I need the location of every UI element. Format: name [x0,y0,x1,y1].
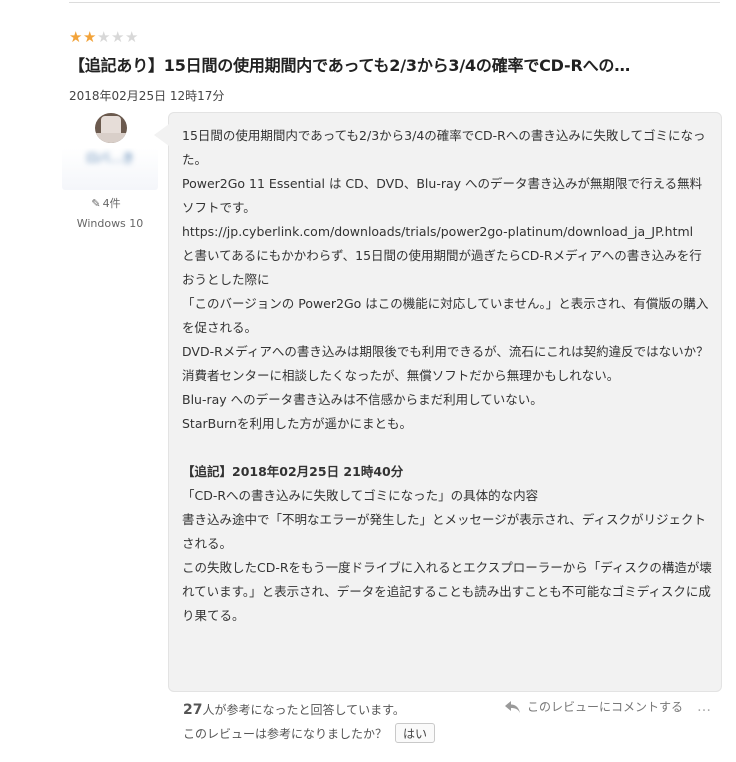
addendum-heading: 【追記】2018年02月25日 21時40分 [182,464,404,479]
rating-stars: ★ ★ ★ ★ ★ [69,29,139,45]
helpful-summary: 27人が参考になったと回答しています。 [183,700,405,720]
pencil-icon: ✎ [91,197,101,210]
addendum-line: 書き込み途中で「不明なエラーが発生した」とメッセージが表示され、ディスクがリジェ… [182,512,707,551]
top-divider [69,2,720,3]
review-body-line: 消費者センターに相談したくなったが、無償ソフトだから無理かもしれない。 [182,368,620,383]
star-icon: ★ [69,28,83,46]
review-body-line: 15日間の使用期間内であっても2/3から3/4の確率でCD-Rへの書き込みに失敗… [182,128,706,167]
review-title[interactable]: 【追記あり】15日間の使用期間内であっても2/3から3/4の確率でCD-Rへの… [69,54,729,78]
review-body-line: 「このバージョンの Power2Go はこの機能に対応していません。」と表示され… [182,296,709,335]
star-icon: ★ [83,28,97,46]
helpful-text: 人が参考になったと回答しています。 [202,703,405,717]
review-body: 15日間の使用期間内であっても2/3から3/4の確率でCD-Rへの書き込みに失敗… [182,124,712,628]
addendum-line: 「CD-Rへの書き込みに失敗してゴミになった」の具体的な内容 [182,488,539,503]
review-body-line: Blu-ray へのデータ書き込みは不信感からまだ利用していない。 [182,392,543,407]
helpful-count: 27 [183,702,203,718]
review-body-line: と書いてあるにもかかわらず、15日間の使用期間が過ぎたらCD-Rメディアへの書き… [182,248,702,287]
review-body-line: StarBurnを利用した方が遥かにまとも。 [182,416,412,431]
star-icon: ★ [111,28,125,46]
bubble-arrow [154,124,169,146]
comment-on-review-link[interactable]: このレビューにコメントする [505,697,683,717]
addendum-line: この失敗したCD-Rをもう一度ドライブに入れるとエクスプローラーから「ディスクの… [182,560,712,623]
star-icon: ★ [97,28,111,46]
author-os: Windows 10 [76,217,144,230]
review-count-value: 4件 [102,197,121,210]
review-body-line: DVD-Rメディアへの書き込みは期限後でも利用できるが、流石にこれは契約違反では… [182,344,709,359]
avatar[interactable] [95,113,127,143]
review-body-line: Power2Go 11 Essential は CD、DVD、Blu-ray へ… [182,176,703,215]
helpful-yes-button[interactable]: はい [395,723,436,743]
comment-link-label: このレビューにコメントする [527,700,684,714]
review-date: 2018年02月25日 12時17分 [69,89,225,103]
author-name: ロバ…き [85,151,134,165]
star-icon: ★ [125,28,139,46]
ellipsis-icon[interactable]: … [697,697,712,717]
review-body-line[interactable]: https://jp.cyberlink.com/downloads/trial… [182,220,712,244]
author-name-link[interactable]: ロバ…き [62,148,158,190]
helpful-question: このレビューは参考になりましたか？ [183,727,388,741]
reply-icon [505,701,520,713]
author-review-count: ✎ 4件 [70,196,142,212]
